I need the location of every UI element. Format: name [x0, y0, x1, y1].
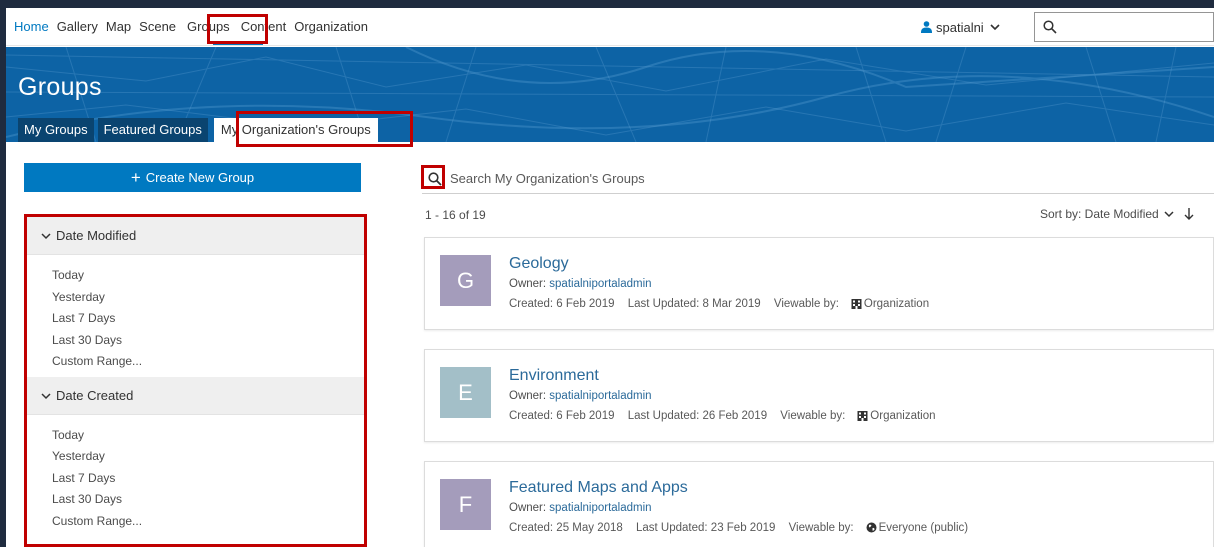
result-count: 1 - 16 of 19	[425, 208, 486, 222]
filter-option[interactable]: Today	[27, 425, 364, 447]
globe-icon	[866, 522, 877, 533]
group-title[interactable]: Environment	[509, 367, 599, 385]
viewable-by: Viewable by: Everyone (public)	[789, 522, 978, 534]
owner-label: Owner:	[509, 278, 547, 290]
created-date: Created: 25 May 2018	[509, 522, 623, 534]
plus-icon: +	[130, 168, 141, 187]
user-icon	[921, 21, 932, 33]
filter-heading-label: Date Modified	[56, 228, 137, 243]
top-nav: Home Gallery Map Scene Groups Content Or…	[6, 8, 1214, 46]
owner-label: Owner:	[509, 502, 547, 514]
username: spatialni	[936, 19, 984, 35]
page-banner: Groups My Groups Featured Groups My Orga…	[6, 47, 1214, 142]
filter-heading-label: Date Created	[56, 387, 134, 403]
chevron-down-icon	[41, 233, 51, 240]
nav-links: Home Gallery Map Scene Groups Content Or…	[14, 8, 376, 46]
filter-heading-date-created[interactable]: Date Created	[27, 376, 364, 415]
nav-scene[interactable]: Scene	[139, 8, 176, 46]
viewable-label: Viewable by:	[788, 522, 854, 534]
updated-date: Last Updated: 23 Feb 2019	[636, 522, 776, 534]
search-placeholder: Search My Organization's Groups	[450, 171, 645, 186]
viewable-value: Everyone (public)	[878, 522, 969, 534]
filter-panel: Date Modified Today Yesterday Last 7 Day…	[24, 214, 367, 547]
create-new-group-label: Create New Group	[145, 170, 255, 185]
building-icon	[851, 299, 862, 309]
portal-window: Home Gallery Map Scene Groups Content Or…	[6, 8, 1214, 547]
owner-link[interactable]: spatialniportaladmin	[549, 502, 651, 514]
group-owner: Owner: spatialniportaladmin	[509, 278, 652, 290]
viewable-label: Viewable by:	[773, 298, 839, 310]
group-title[interactable]: Featured Maps and Apps	[509, 479, 688, 497]
group-thumbnail[interactable]: F	[440, 479, 491, 530]
group-title[interactable]: Geology	[509, 255, 569, 273]
chevron-down-icon	[1164, 210, 1174, 217]
filter-option[interactable]: Custom Range...	[27, 511, 364, 533]
group-owner: Owner: spatialniportaladmin	[509, 502, 652, 514]
filter-option[interactable]: Last 7 Days	[27, 308, 364, 330]
top-search-input[interactable]	[1034, 12, 1214, 42]
owner-label: Owner:	[509, 390, 547, 402]
group-meta: Created: 25 May 2018 Last Updated: 23 Fe…	[509, 522, 988, 534]
viewable-value: Organization	[870, 410, 936, 422]
filter-option[interactable]: Yesterday	[27, 446, 364, 468]
sort-direction-icon[interactable]	[1184, 208, 1194, 220]
page-title: Groups	[18, 73, 102, 101]
viewable-label: Viewable by:	[780, 410, 846, 422]
filter-list-date-created: Today Yesterday Last 7 Days Last 30 Days…	[27, 415, 364, 537]
chevron-down-icon	[990, 23, 1000, 30]
group-search-input[interactable]: Search My Organization's Groups	[422, 164, 1214, 194]
filter-option[interactable]: Last 7 Days	[27, 468, 364, 490]
nav-home[interactable]: Home	[14, 8, 49, 46]
created-date: Created: 6 Feb 2019	[509, 410, 615, 422]
filter-list-date-modified: Today Yesterday Last 7 Days Last 30 Days…	[27, 255, 364, 377]
owner-link[interactable]: spatialniportaladmin	[549, 278, 651, 290]
group-owner: Owner: spatialniportaladmin	[509, 390, 652, 402]
nav-map[interactable]: Map	[106, 8, 131, 46]
search-icon	[1043, 20, 1057, 34]
search-icon-highlight-box	[421, 165, 445, 189]
filter-option[interactable]: Last 30 Days	[27, 330, 364, 352]
group-card[interactable]: E Environment Owner: spatialniportaladmi…	[424, 349, 1214, 442]
sort-label: Sort by: Date Modified	[1040, 207, 1159, 221]
filter-heading-date-modified[interactable]: Date Modified	[27, 217, 364, 255]
tab-featured-groups[interactable]: Featured Groups	[97, 118, 208, 142]
viewable-by: Viewable by: Organization	[774, 298, 939, 310]
updated-date: Last Updated: 8 Mar 2019	[627, 298, 761, 310]
filter-option[interactable]: Custom Range...	[27, 351, 364, 373]
create-new-group-button[interactable]: + Create New Group	[24, 163, 361, 192]
filter-option[interactable]: Last 30 Days	[27, 489, 364, 511]
updated-date: Last Updated: 26 Feb 2019	[627, 410, 768, 422]
chevron-down-icon	[41, 393, 51, 399]
filter-option[interactable]: Today	[27, 265, 364, 287]
group-thumbnail[interactable]: G	[440, 255, 491, 306]
group-thumbnail[interactable]: E	[440, 367, 491, 418]
nav-organization[interactable]: Organization	[294, 8, 368, 46]
nav-gallery[interactable]: Gallery	[57, 8, 98, 46]
group-card[interactable]: G Geology Owner: spatialniportaladmin Cr…	[424, 237, 1214, 330]
created-date: Created: 6 Feb 2019	[509, 298, 615, 310]
building-icon	[857, 411, 868, 421]
tab-my-groups[interactable]: My Groups	[18, 118, 94, 142]
user-menu[interactable]: spatialni	[921, 8, 1000, 46]
tab-highlight-box	[236, 111, 413, 147]
group-meta: Created: 6 Feb 2019 Last Updated: 26 Feb…	[509, 410, 956, 422]
groups-highlight-box	[207, 14, 268, 44]
viewable-value: Organization	[863, 298, 930, 310]
sort-control[interactable]: Sort by: Date Modified	[1040, 207, 1194, 221]
group-meta: Created: 6 Feb 2019 Last Updated: 8 Mar …	[509, 298, 949, 310]
filter-option[interactable]: Yesterday	[27, 287, 364, 309]
group-card[interactable]: F Featured Maps and Apps Owner: spatialn…	[424, 461, 1214, 547]
viewable-by: Viewable by: Organization	[780, 410, 945, 422]
owner-link[interactable]: spatialniportaladmin	[549, 390, 651, 402]
